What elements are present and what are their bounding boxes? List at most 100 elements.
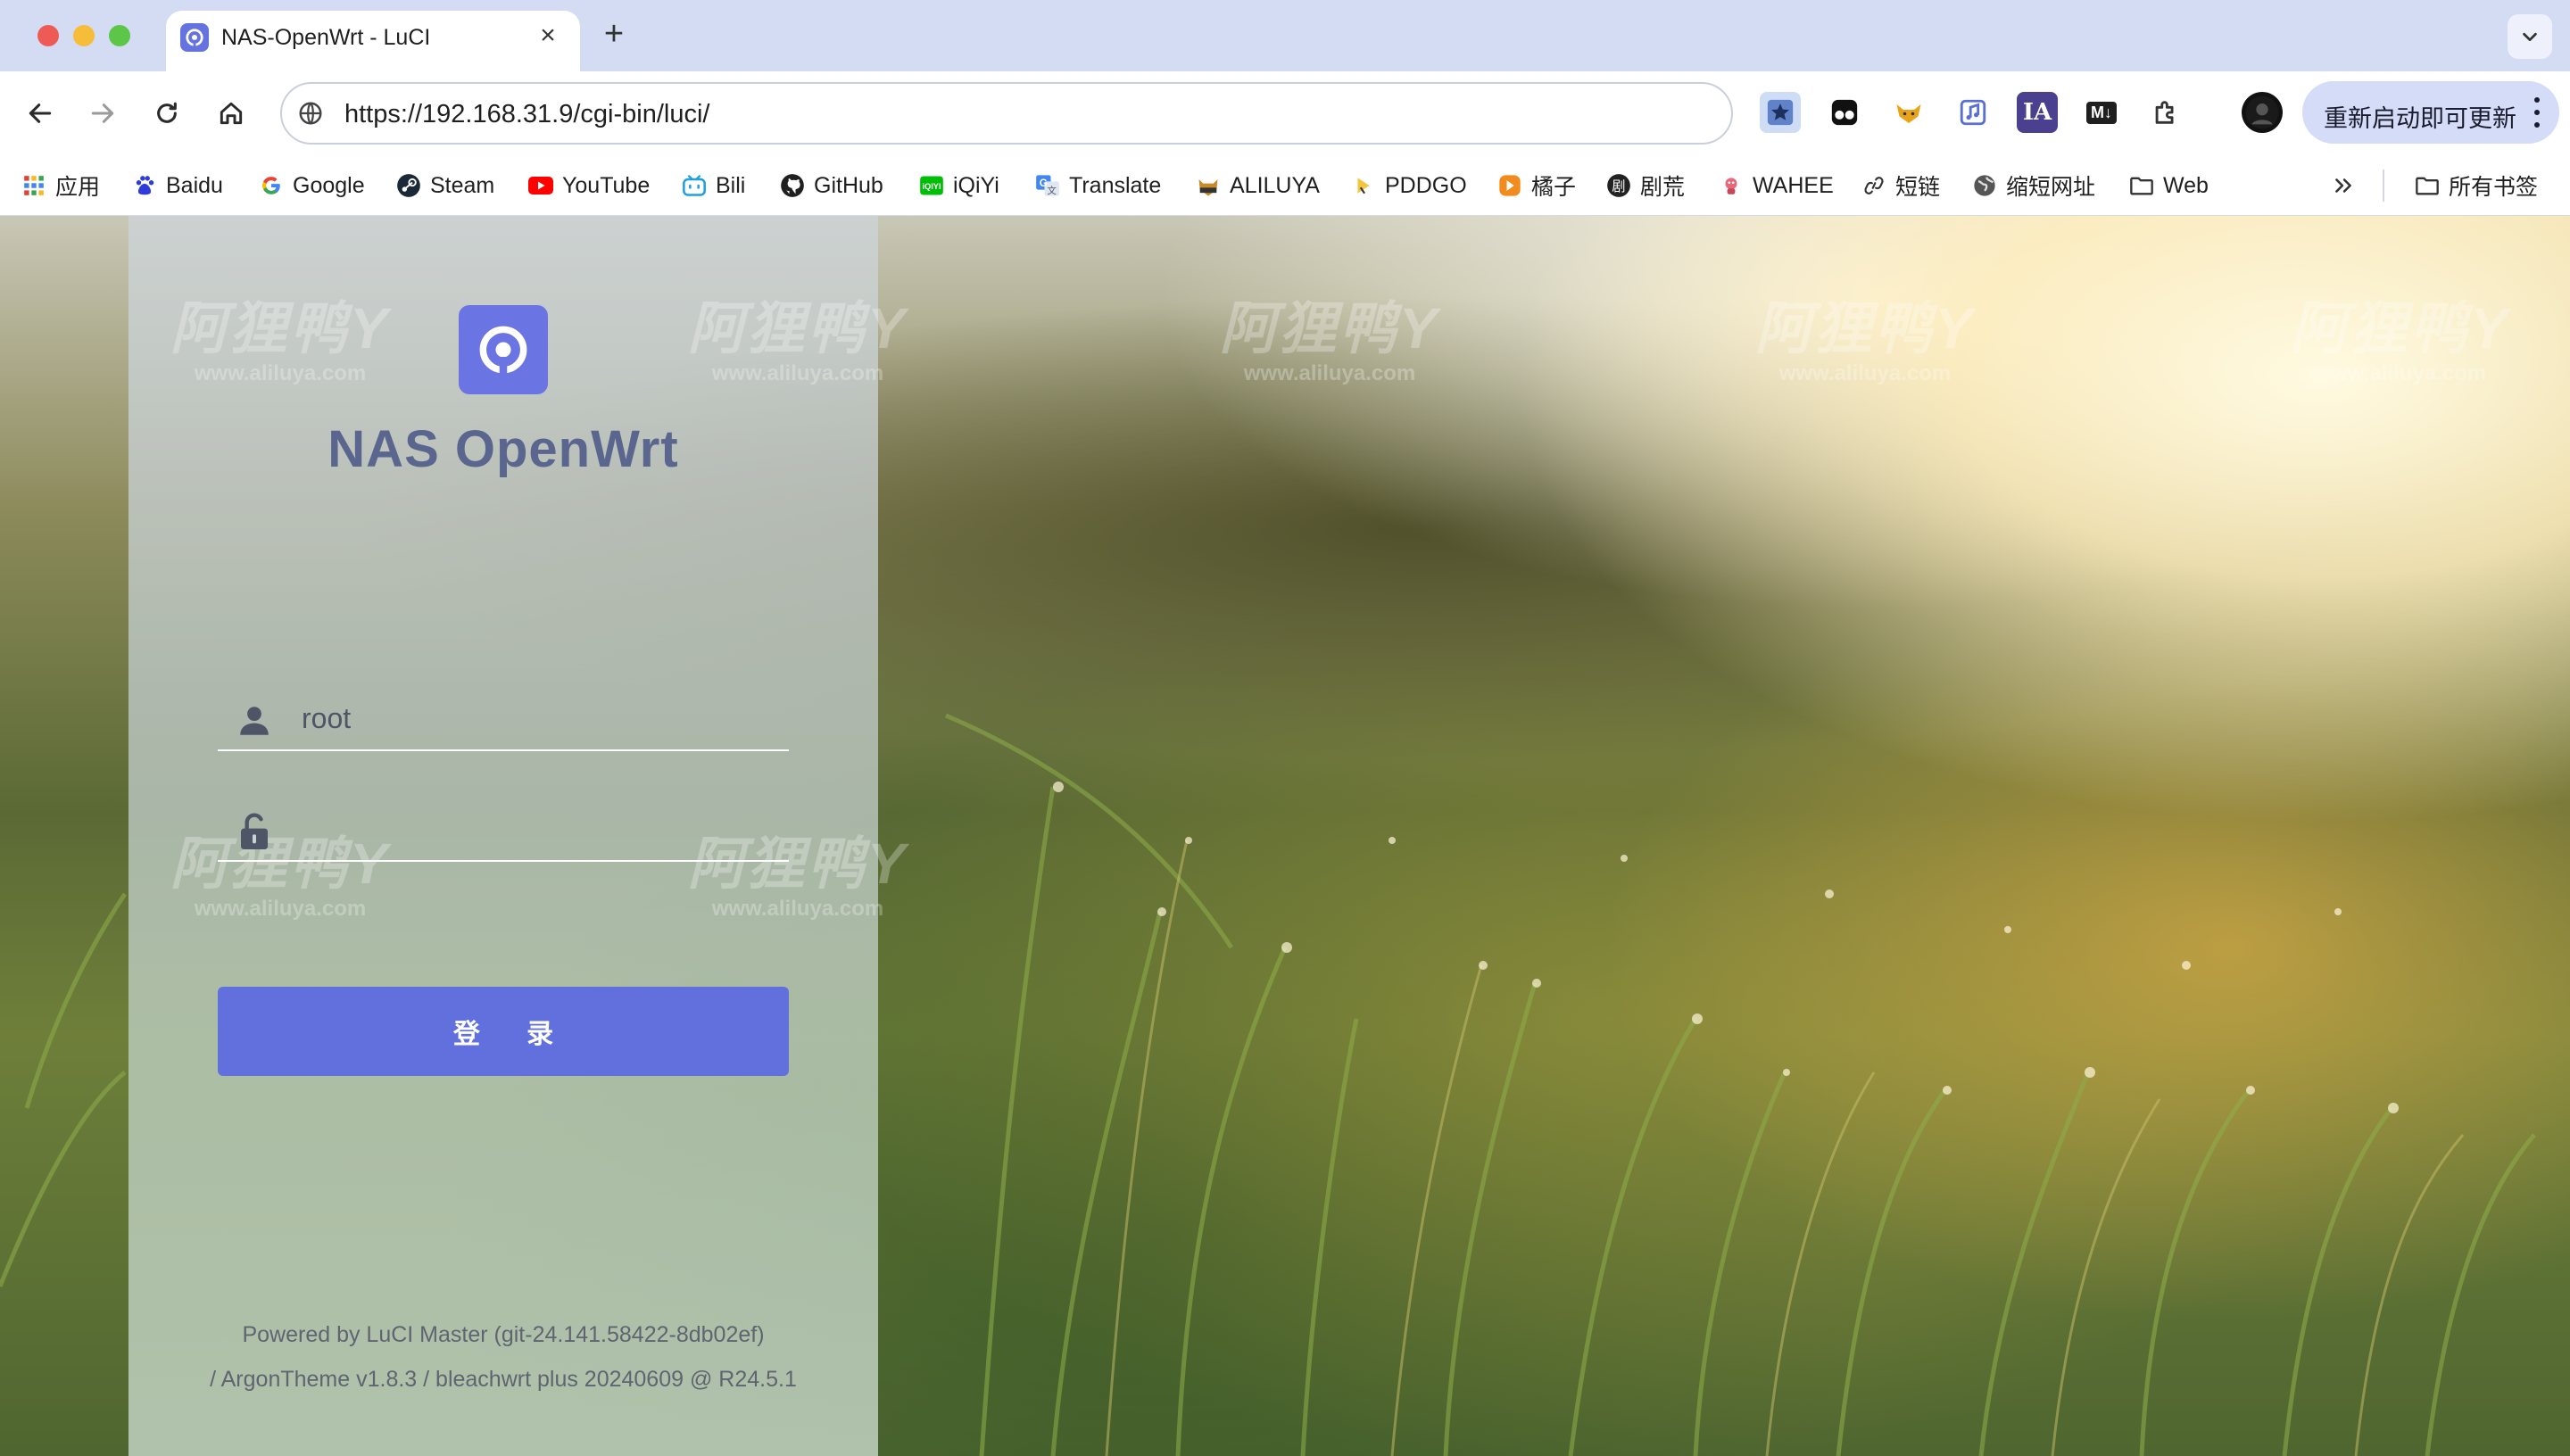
login-button[interactable]: 登 录 — [218, 987, 789, 1076]
profile-avatar[interactable] — [2242, 92, 2283, 133]
window-minimize-button[interactable] — [73, 25, 95, 46]
star-bookmark-icon[interactable] — [1760, 92, 1801, 133]
bookmark-label: 短链 — [1895, 175, 1941, 200]
address-url[interactable]: https://192.168.31.9/cgi-bin/luci/ — [344, 100, 709, 129]
watermark: 阿狸鸭Y www.aliluya.com — [170, 296, 391, 385]
bookmark-aliluya[interactable]: ALILUYA — [1196, 168, 1320, 203]
bookmark-iqiyi[interactable]: iQIYI iQiYi — [919, 168, 999, 203]
kebab-menu-icon[interactable] — [2531, 94, 2543, 131]
orange-icon — [1497, 173, 1522, 198]
puzzle-music-icon[interactable] — [1952, 92, 1994, 133]
fox-icon[interactable] — [1888, 92, 1929, 133]
bookmark-apps[interactable]: 应用 — [21, 168, 100, 203]
brand-title: NAS OpenWrt — [327, 420, 679, 478]
bookmarks-bar: 应用 Baidu Google Steam YouTube Bili GitHu… — [0, 155, 2570, 216]
bookmark-wahee[interactable]: WAHEE — [1719, 168, 1834, 203]
bookmark-google[interactable]: Google — [259, 168, 365, 203]
tampermonkey-icon[interactable] — [1824, 92, 1865, 133]
forward-button[interactable] — [80, 91, 125, 136]
login-panel: 阿狸鸭Y www.aliluya.com 阿狸鸭Y www.aliluya.com … — [128, 216, 905, 1456]
login-page: 阿狸鸭Y www.aliluya.com 阿狸鸭Y www.aliluya.com … — [0, 216, 2570, 1456]
reload-button[interactable] — [145, 91, 189, 136]
bookmark-shortlink[interactable]: 短链 — [1861, 168, 1940, 203]
folder-icon — [2129, 173, 2154, 198]
bookmark-github[interactable]: GitHub — [780, 168, 883, 203]
footer-theme-info: / ArgonTheme v1.8.3 / bleachwrt plus 202… — [210, 1367, 797, 1392]
bookmark-label: 剧荒 — [1640, 175, 1686, 200]
bookmark-pddgo[interactable]: PDDGO — [1351, 168, 1467, 203]
bookmark-label: YouTube — [562, 172, 651, 198]
juhuang-icon: 剧 — [1606, 173, 1631, 198]
bookmark-baidu[interactable]: Baidu — [132, 168, 223, 203]
address-bar[interactable]: https://192.168.31.9/cgi-bin/luci/ — [280, 82, 1733, 145]
translate-icon: G文 — [1035, 173, 1060, 198]
bookmark-label: 橘子 — [1531, 175, 1577, 200]
browser-toolbar: https://192.168.31.9/cgi-bin/luci/ IA M↓… — [0, 71, 2570, 155]
footer-powered-by: Powered by LuCI Master (git-24.141.58422… — [242, 1322, 765, 1347]
arrow-left-icon — [29, 103, 52, 123]
bookmark-label: 应用 — [55, 175, 101, 200]
bookmark-label: GitHub — [814, 172, 883, 198]
google-g-icon — [259, 173, 284, 198]
bookmark-translate[interactable]: G文 Translate — [1035, 168, 1161, 203]
bookmark-label: Baidu — [166, 172, 223, 198]
youtube-icon — [528, 173, 553, 198]
bookmark-label: ALILUYA — [1230, 172, 1320, 198]
all-bookmarks-folder[interactable]: 所有书签 — [2415, 168, 2538, 203]
bookmark-orange[interactable]: 橘子 — [1497, 168, 1576, 203]
bookmarks-overflow-button[interactable] — [2331, 168, 2365, 203]
baidu-paw-icon — [132, 173, 157, 198]
update-restart-button[interactable]: 重新启动即可更新 — [2302, 81, 2559, 144]
unlock-icon — [236, 812, 273, 851]
svg-text:iQIYI: iQIYI — [922, 182, 941, 191]
user-icon — [236, 701, 273, 740]
bookmark-label: Google — [293, 172, 365, 198]
update-label: 重新启动即可更新 — [2324, 105, 2516, 132]
markdown-icon[interactable]: M↓ — [2081, 92, 2122, 133]
bookmark-label: Translate — [1069, 172, 1162, 198]
svg-text:文: 文 — [1047, 185, 1057, 196]
arrow-right-icon — [91, 103, 114, 123]
back-button[interactable] — [18, 91, 62, 136]
steam-icon — [396, 173, 421, 198]
home-button[interactable] — [209, 91, 253, 136]
bookmark-label: Bili — [716, 172, 746, 198]
new-tab-button[interactable]: + — [594, 14, 634, 54]
tab-close-icon[interactable]: × — [532, 20, 564, 52]
username-input[interactable] — [302, 694, 783, 742]
chevron-down-icon — [2523, 32, 2537, 42]
bookmark-web-folder[interactable]: Web — [2129, 168, 2209, 203]
window-close-button[interactable] — [37, 25, 59, 46]
bookmark-label: iQiYi — [953, 172, 999, 198]
bookmark-steam[interactable]: Steam — [396, 168, 494, 203]
aliluya-icon — [1196, 173, 1221, 198]
apps-grid-icon — [21, 173, 46, 198]
bookmark-youtube[interactable]: YouTube — [528, 168, 650, 203]
window-maximize-button[interactable] — [109, 25, 130, 46]
bilibili-icon — [682, 173, 707, 198]
extensions-puzzle-icon[interactable] — [2145, 92, 2186, 133]
password-field — [218, 799, 789, 862]
home-icon — [220, 102, 243, 125]
password-input[interactable] — [302, 805, 783, 853]
bookmark-label: WAHEE — [1753, 172, 1834, 198]
bookmarks-divider — [2383, 170, 2384, 202]
openwrt-favicon-icon — [180, 23, 209, 52]
openwrt-logo-icon — [459, 305, 548, 394]
markdown-label: M↓ — [2086, 101, 2117, 124]
tab-title: NAS-OpenWrt - LuCI — [221, 25, 431, 50]
bookmark-label: 缩短网址 — [2006, 175, 2096, 200]
site-info-icon[interactable] — [294, 97, 327, 129]
bookmark-shorten-url[interactable]: 缩短网址 — [1972, 168, 2095, 203]
wahee-icon — [1719, 173, 1744, 198]
tab-strip: NAS-OpenWrt - LuCI × + — [0, 0, 2570, 71]
bookmark-bili[interactable]: Bili — [682, 168, 745, 203]
reload-icon — [157, 102, 177, 123]
tab-search-button[interactable] — [2508, 14, 2552, 59]
pddgo-icon — [1351, 173, 1376, 198]
username-field — [218, 689, 789, 751]
browser-tab-active[interactable]: NAS-OpenWrt - LuCI × — [166, 11, 580, 71]
link-icon — [1861, 173, 1886, 198]
bookmark-juhuang[interactable]: 剧 剧荒 — [1606, 168, 1685, 203]
ia-icon[interactable]: IA — [2017, 92, 2058, 133]
